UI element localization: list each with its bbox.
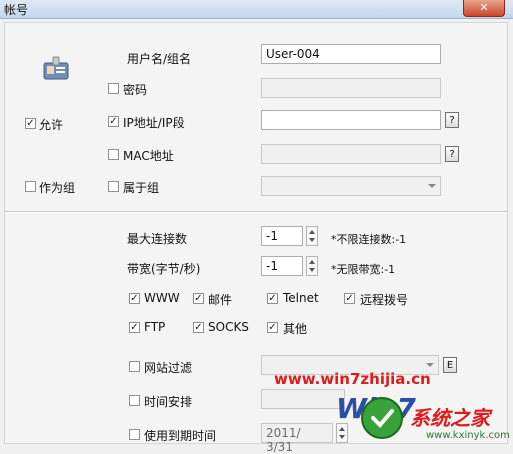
spin-down-icon — [309, 238, 315, 242]
expiry-checkbox[interactable] — [129, 429, 140, 440]
schedule-select[interactable] — [261, 389, 345, 409]
user-id-card-icon — [43, 56, 69, 80]
spin-up-icon — [339, 427, 345, 431]
ip-input[interactable] — [261, 110, 441, 130]
mac-checkbox[interactable] — [108, 149, 119, 160]
bandwidth-hint: *无限带宽:-1 — [331, 263, 396, 276]
ip-label: IP地址/IP段 — [123, 116, 185, 130]
www-checkbox[interactable] — [129, 293, 140, 304]
other-checkbox[interactable] — [267, 322, 278, 333]
password-input[interactable] — [261, 78, 441, 98]
other-label: 其他 — [283, 322, 308, 336]
help-icon: ? — [449, 115, 455, 126]
spin-up-icon — [309, 260, 315, 264]
belong-group-label: 属于组 — [123, 181, 160, 195]
max-conn-label: 最大连接数 — [127, 232, 188, 246]
dialup-label: 远程拨号 — [360, 293, 409, 307]
mail-checkbox[interactable] — [193, 293, 204, 304]
name-input[interactable]: User-004 — [261, 44, 441, 64]
windows-logo-icon — [361, 397, 403, 439]
mail-label: 邮件 — [208, 293, 233, 307]
help-icon: ? — [449, 149, 455, 160]
as-group-checkbox[interactable] — [25, 181, 36, 192]
telnet-checkbox[interactable] — [267, 293, 278, 304]
expiry-label: 使用到期时间 — [144, 429, 217, 443]
site-filter-checkbox[interactable] — [129, 361, 140, 372]
mac-input[interactable] — [261, 144, 441, 164]
mac-help-button[interactable]: ? — [445, 146, 459, 162]
site-filter-edit-button[interactable]: E — [443, 357, 457, 373]
spin-down-icon — [309, 268, 315, 272]
close-icon: ✕ — [479, 1, 489, 14]
www-label: WWW — [144, 291, 180, 305]
watermark-url: www.win7zhijia.cn — [274, 370, 431, 388]
telnet-label: Telnet — [283, 291, 319, 305]
max-conn-hint: *不限连接数:-1 — [331, 233, 407, 246]
allow-label: 允许 — [39, 118, 64, 132]
belong-group-checkbox[interactable] — [108, 181, 119, 192]
close-button[interactable]: ✕ — [463, 0, 505, 17]
window-title: 帐号 — [4, 3, 29, 17]
section-divider — [5, 211, 507, 213]
schedule-label: 时间安排 — [144, 395, 193, 409]
spin-up-icon — [309, 230, 315, 234]
mac-label: MAC地址 — [123, 149, 174, 163]
group-select[interactable] — [261, 176, 441, 196]
expiry-stepper[interactable] — [336, 423, 348, 443]
dialup-checkbox[interactable] — [344, 293, 355, 304]
site-filter-label: 网站过滤 — [144, 361, 193, 375]
bandwidth-input[interactable]: -1 — [261, 256, 303, 276]
max-conn-input[interactable]: -1 — [261, 226, 303, 246]
bandwidth-label: 带宽(字节/秒) — [127, 262, 201, 276]
watermark-brand: 系统之家 — [410, 406, 490, 430]
watermark-site: www.kxinyk.com — [426, 430, 510, 441]
account-panel: 用户名/组名 User-004 密码 允许 IP地址/IP段 ? MAC地址 ?… — [4, 22, 508, 454]
max-conn-stepper[interactable] — [306, 226, 318, 246]
password-label: 密码 — [123, 83, 148, 97]
title-bar: 帐号 ✕ — [0, 0, 513, 19]
ftp-checkbox[interactable] — [129, 322, 140, 333]
expiry-date-input[interactable]: 2011/ 3/31 — [261, 423, 333, 454]
ftp-label: FTP — [144, 320, 166, 334]
edit-icon: E — [446, 360, 454, 371]
ip-help-button[interactable]: ? — [445, 112, 459, 128]
socks-checkbox[interactable] — [193, 322, 204, 333]
spin-down-icon — [339, 435, 345, 439]
allow-checkbox[interactable] — [25, 118, 36, 129]
ip-checkbox[interactable] — [108, 116, 119, 127]
schedule-checkbox[interactable] — [129, 395, 140, 406]
bandwidth-stepper[interactable] — [306, 256, 318, 276]
password-checkbox[interactable] — [108, 83, 119, 94]
chevron-down-icon — [428, 184, 436, 188]
chevron-down-icon — [426, 363, 434, 367]
socks-label: SOCKS — [208, 320, 249, 334]
name-label: 用户名/组名 — [127, 52, 192, 66]
as-group-label: 作为组 — [39, 181, 76, 195]
